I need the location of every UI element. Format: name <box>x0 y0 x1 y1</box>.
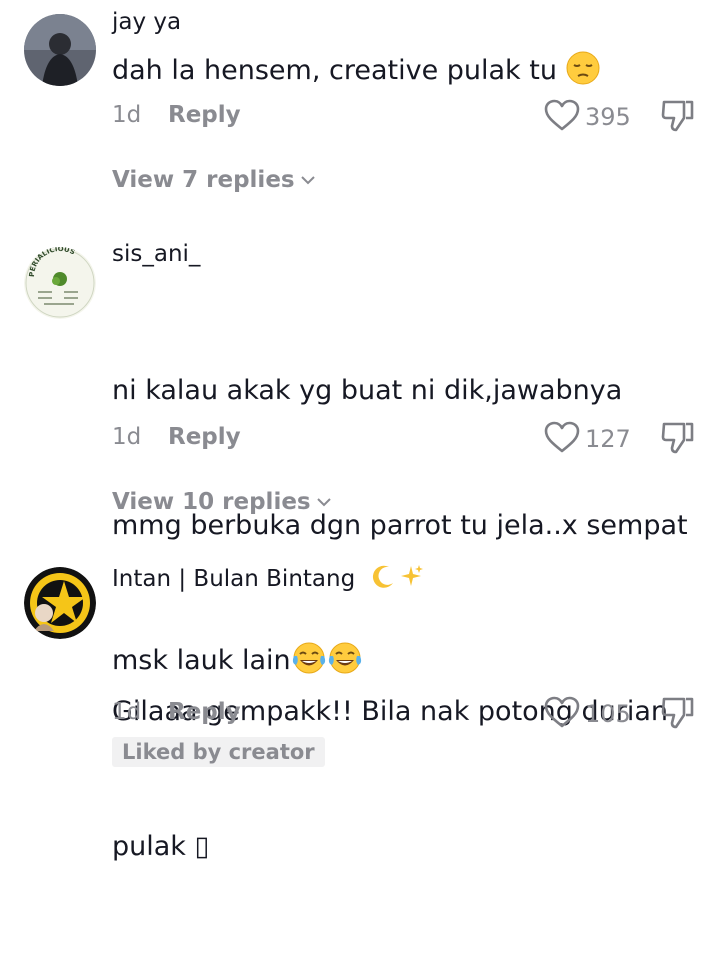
avatar[interactable]: PERIALICIOUS <box>24 247 96 319</box>
username[interactable]: sis_ani_ <box>112 241 200 267</box>
view-replies-button[interactable]: View 10 replies <box>112 489 331 515</box>
comment-time: 1d <box>112 102 142 128</box>
comment-time: 1d <box>112 424 142 450</box>
username[interactable]: jay ya <box>112 9 181 35</box>
comment-text-line: ni kalau akak yg buat ni dik,jawabnya <box>112 375 623 406</box>
reply-button[interactable]: Reply <box>168 699 241 725</box>
like-count: 105 <box>585 700 631 728</box>
username[interactable]: Intan | Bulan Bintang <box>112 563 425 597</box>
username-text: Intan | Bulan Bintang <box>112 566 356 592</box>
dislike-button[interactable] <box>660 98 696 138</box>
heart-icon <box>543 98 581 136</box>
crescent-moon-icon <box>369 563 397 597</box>
like-count: 395 <box>585 103 631 131</box>
dislike-button[interactable] <box>660 420 696 460</box>
reply-button[interactable]: Reply <box>168 102 241 128</box>
chevron-down-icon <box>300 176 315 185</box>
comment-text-line: pulak ▯ <box>112 831 210 862</box>
view-replies-button[interactable]: View 7 replies <box>112 167 315 193</box>
comment-time: 1d <box>112 699 142 725</box>
avatar[interactable] <box>24 14 96 86</box>
view-replies-label: View 10 replies <box>112 489 311 515</box>
heart-icon <box>543 695 581 733</box>
like-button[interactable]: 105 <box>543 695 631 733</box>
heart-icon <box>543 420 581 458</box>
chevron-down-icon <box>316 498 331 507</box>
avatar[interactable] <box>24 567 96 639</box>
sparkles-icon <box>397 563 425 597</box>
liked-by-creator-badge: Liked by creator <box>112 737 325 767</box>
pensive-face-icon <box>566 51 600 99</box>
like-button[interactable]: 127 <box>543 420 631 458</box>
view-replies-label: View 7 replies <box>112 167 295 193</box>
thumbs-down-icon <box>660 422 696 460</box>
reply-button[interactable]: Reply <box>168 424 241 450</box>
thumbs-down-icon <box>660 697 696 735</box>
dislike-button[interactable] <box>660 695 696 735</box>
comment-text: dah la hensem, creative pulak tu <box>112 48 702 99</box>
like-count: 127 <box>585 425 631 453</box>
comment-text-body: dah la hensem, creative pulak tu <box>112 55 566 86</box>
like-button[interactable]: 395 <box>543 98 631 136</box>
comment-text: Gilaaa gempakk!! Bila nak potong durian … <box>112 599 702 959</box>
thumbs-down-icon <box>660 100 696 138</box>
